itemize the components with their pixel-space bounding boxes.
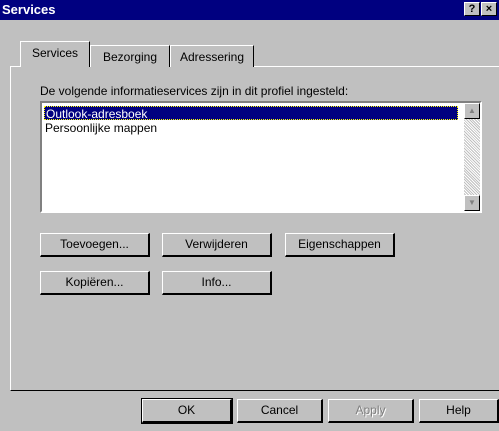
services-list-label: De volgende informatieservices zijn in d… — [40, 84, 349, 98]
arrow-down-icon: ▼ — [468, 198, 476, 207]
tab-adressering[interactable]: Adressering — [170, 45, 254, 67]
tab-bezorging-label: Bezorging — [102, 50, 158, 64]
properties-button[interactable]: Eigenschappen — [285, 233, 395, 257]
help-footer-button[interactable]: Help — [419, 399, 499, 423]
services-listbox[interactable]: Outlook-adresboek Persoonlijke mappen ▲ … — [40, 101, 482, 213]
scroll-up-button[interactable]: ▲ — [464, 103, 480, 119]
scroll-down-button[interactable]: ▼ — [464, 195, 480, 211]
help-icon: ? — [468, 3, 476, 15]
cancel-button[interactable]: Cancel — [237, 399, 323, 423]
tab-services[interactable]: Services — [20, 41, 90, 67]
window-title: Services — [2, 2, 56, 17]
tab-adressering-label: Adressering — [179, 50, 245, 64]
title-bar: Services ? × — [0, 0, 499, 20]
close-icon: × — [485, 3, 493, 15]
info-button[interactable]: Info... — [162, 271, 272, 295]
help-button[interactable]: ? — [464, 2, 480, 16]
copy-button[interactable]: Kopiëren... — [40, 271, 150, 295]
vertical-scrollbar[interactable]: ▲ ▼ — [464, 103, 480, 211]
add-button[interactable]: Toevoegen... — [40, 233, 150, 257]
list-item-persoonlijke-mappen[interactable]: Persoonlijke mappen — [44, 121, 158, 135]
arrow-up-icon: ▲ — [468, 106, 476, 115]
list-item-outlook-adresboek[interactable]: Outlook-adresboek — [44, 106, 458, 121]
tab-bezorging[interactable]: Bezorging — [90, 45, 170, 67]
remove-button[interactable]: Verwijderen — [162, 233, 272, 257]
tab-services-label: Services — [31, 46, 78, 60]
close-button[interactable]: × — [481, 2, 497, 16]
ok-button[interactable]: OK — [141, 398, 233, 424]
apply-button[interactable]: Apply — [328, 399, 414, 423]
